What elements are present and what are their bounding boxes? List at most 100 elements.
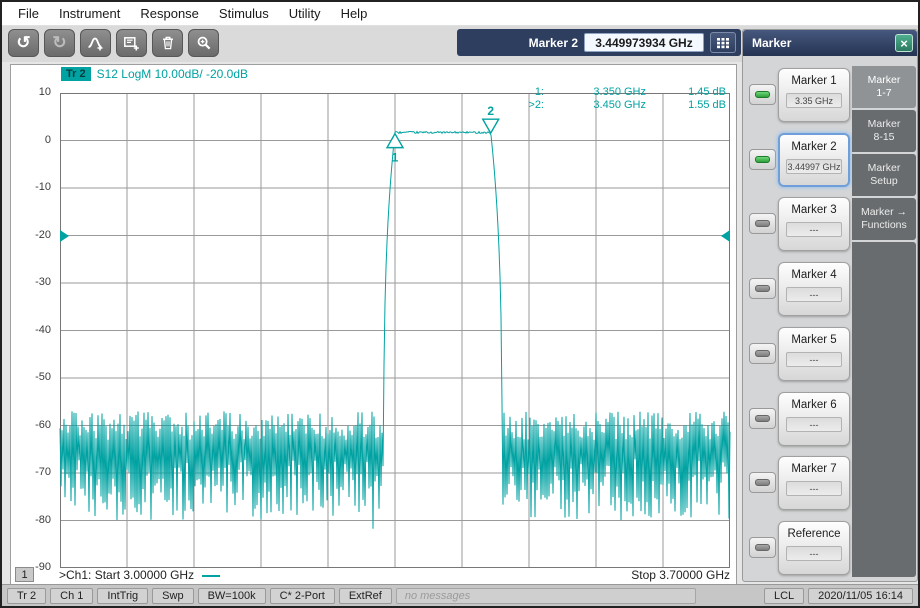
add-marker-button[interactable] bbox=[80, 29, 111, 57]
marker-led-marker-3[interactable] bbox=[749, 213, 776, 234]
svg-text:1: 1 bbox=[392, 151, 399, 165]
marker-button-value: --- bbox=[786, 352, 842, 367]
marker-button-value: --- bbox=[786, 481, 842, 496]
tab-label-line: Marker → bbox=[861, 206, 907, 219]
marker-led-reference[interactable] bbox=[749, 537, 776, 558]
led-on-indicator bbox=[755, 91, 770, 98]
marker-1-button[interactable]: Marker 1 3.35 GHz bbox=[778, 68, 850, 122]
menu-help[interactable]: Help bbox=[331, 6, 378, 21]
menu-utility[interactable]: Utility bbox=[279, 6, 331, 21]
marker-3-button[interactable]: Marker 3 --- bbox=[778, 197, 850, 251]
zoom-button[interactable] bbox=[188, 29, 219, 57]
marker-led-marker-2[interactable] bbox=[749, 149, 776, 170]
marker-button-value: 3.35 GHz bbox=[786, 93, 842, 108]
y-axis-tick-label: -20 bbox=[17, 229, 51, 241]
marker-button-label: Reference bbox=[779, 528, 849, 540]
led-off-indicator bbox=[755, 415, 770, 422]
trash-icon bbox=[160, 35, 176, 51]
led-on-indicator bbox=[755, 156, 770, 163]
menu-stimulus[interactable]: Stimulus bbox=[209, 6, 279, 21]
marker-6-button[interactable]: Marker 6 --- bbox=[778, 392, 850, 446]
tab-marker-8-15[interactable]: Marker8-15 bbox=[852, 110, 916, 152]
marker-led-marker-7[interactable] bbox=[749, 472, 776, 493]
close-icon[interactable]: × bbox=[895, 34, 913, 52]
undo-icon: ↺ bbox=[16, 34, 30, 52]
marker-2-button[interactable]: Marker 23.44997 GHz bbox=[778, 133, 850, 187]
toolbar-buttons: ↺↻ bbox=[8, 29, 219, 57]
marker-led-marker-1[interactable] bbox=[749, 84, 776, 105]
status-bar: Tr 2Ch 1IntTrigSwpBW=100kC* 2-PortExtRef… bbox=[2, 584, 918, 606]
marker-row-value: 1.55 dB bbox=[650, 99, 730, 111]
marker-frequency-input[interactable] bbox=[584, 33, 704, 52]
marker-button-label: Marker 4 bbox=[779, 269, 849, 281]
keypad-button[interactable] bbox=[710, 32, 736, 53]
marker-7-button[interactable]: Marker 7 --- bbox=[778, 456, 850, 510]
y-axis-tick-label: 0 bbox=[17, 134, 51, 146]
marker-entry-label: Marker 2 bbox=[529, 36, 578, 50]
new-window-button[interactable] bbox=[116, 29, 147, 57]
marker-button-value: --- bbox=[786, 222, 842, 237]
menu-bar: FileInstrumentResponseStimulusUtilityHel… bbox=[2, 2, 918, 26]
marker-button-label: Marker 1 bbox=[779, 75, 849, 87]
status-segment-bw-100k: BW=100k bbox=[198, 588, 266, 604]
menu-instrument[interactable]: Instrument bbox=[49, 6, 130, 21]
tab-marker-functions[interactable]: Marker →Functions bbox=[852, 198, 916, 240]
status-mode-indicator: LCL bbox=[764, 588, 804, 604]
channel-start-label: >Ch1: Start 3.00000 GHz bbox=[59, 568, 194, 582]
led-off-indicator bbox=[755, 479, 770, 486]
marker-row-frequency: 3.350 GHz bbox=[548, 86, 650, 98]
marker-button-value: --- bbox=[786, 546, 842, 561]
marker-button-label: Marker 6 bbox=[779, 399, 849, 411]
ref-level-arrow-left bbox=[60, 230, 69, 242]
status-segment-inttrig: IntTrig bbox=[97, 588, 148, 604]
reference-button[interactable]: Reference --- bbox=[778, 521, 850, 575]
marker-led-marker-4[interactable] bbox=[749, 278, 776, 299]
led-off-indicator bbox=[755, 285, 770, 292]
menu-file[interactable]: File bbox=[8, 6, 49, 21]
marker-5-button[interactable]: Marker 5--- bbox=[778, 327, 850, 381]
trace-info-label: S12 LogM 10.00dB/ -20.0dB bbox=[97, 67, 248, 81]
marker-row-id: >2: bbox=[518, 99, 548, 111]
redo-button[interactable]: ↻ bbox=[44, 29, 75, 57]
y-axis-tick-label: -10 bbox=[17, 181, 51, 193]
y-axis-tick-label: 10 bbox=[17, 86, 51, 98]
tab-label-line: Marker bbox=[868, 118, 901, 131]
status-message: no messages bbox=[396, 588, 696, 604]
tab-marker-1-7[interactable]: Marker1-7 bbox=[852, 66, 916, 108]
trace-chip: Tr 2 bbox=[61, 67, 91, 81]
y-axis-tick-label: -80 bbox=[17, 514, 51, 526]
add-marker-icon bbox=[87, 35, 104, 51]
redo-icon: ↻ bbox=[52, 34, 66, 52]
stop-frequency-label: Stop 3.70000 GHz bbox=[631, 568, 730, 582]
plot-canvas[interactable]: 12 bbox=[60, 93, 730, 568]
marker-4-button[interactable]: Marker 4--- bbox=[778, 262, 850, 316]
marker-button-label: Marker 3 bbox=[779, 204, 849, 216]
undo-button[interactable]: ↺ bbox=[8, 29, 39, 57]
svg-text:2: 2 bbox=[487, 104, 494, 118]
marker-panel-header: Marker × bbox=[743, 30, 917, 56]
delete-button[interactable] bbox=[152, 29, 183, 57]
marker-led-marker-5[interactable] bbox=[749, 343, 776, 364]
marker-button-label: Marker 7 bbox=[779, 463, 849, 475]
marker-button-value: --- bbox=[786, 417, 842, 432]
y-axis-tick-label: -50 bbox=[17, 371, 51, 383]
trace-marker-2[interactable]: 2 bbox=[483, 104, 499, 133]
tab-marker-setup[interactable]: MarkerSetup bbox=[852, 154, 916, 196]
menu-response[interactable]: Response bbox=[130, 6, 209, 21]
marker-row-id: 1: bbox=[518, 86, 548, 98]
y-axis-tick-label: -40 bbox=[17, 324, 51, 336]
app-window: FileInstrumentResponseStimulusUtilityHel… bbox=[0, 0, 920, 608]
status-segment-swp: Swp bbox=[152, 588, 193, 604]
marker-led-marker-6[interactable] bbox=[749, 408, 776, 429]
marker-entry-bar: Marker 2 bbox=[457, 29, 741, 56]
y-axis-tick-label: -60 bbox=[17, 419, 51, 431]
tab-label-line: Marker bbox=[868, 162, 901, 175]
y-axis-labels: 100-10-20-30-40-50-60-70-80-90 bbox=[17, 93, 55, 568]
tab-column-filler bbox=[852, 242, 916, 577]
keypad-icon bbox=[716, 37, 730, 49]
tab-label-line: 1-7 bbox=[876, 87, 891, 100]
screen-number-chip: 1 bbox=[15, 567, 34, 582]
plot-footer: 1 >Ch1: Start 3.00000 GHz Stop 3.70000 G… bbox=[11, 567, 736, 585]
ref-level-arrow-right bbox=[721, 230, 730, 242]
led-off-indicator bbox=[755, 220, 770, 227]
